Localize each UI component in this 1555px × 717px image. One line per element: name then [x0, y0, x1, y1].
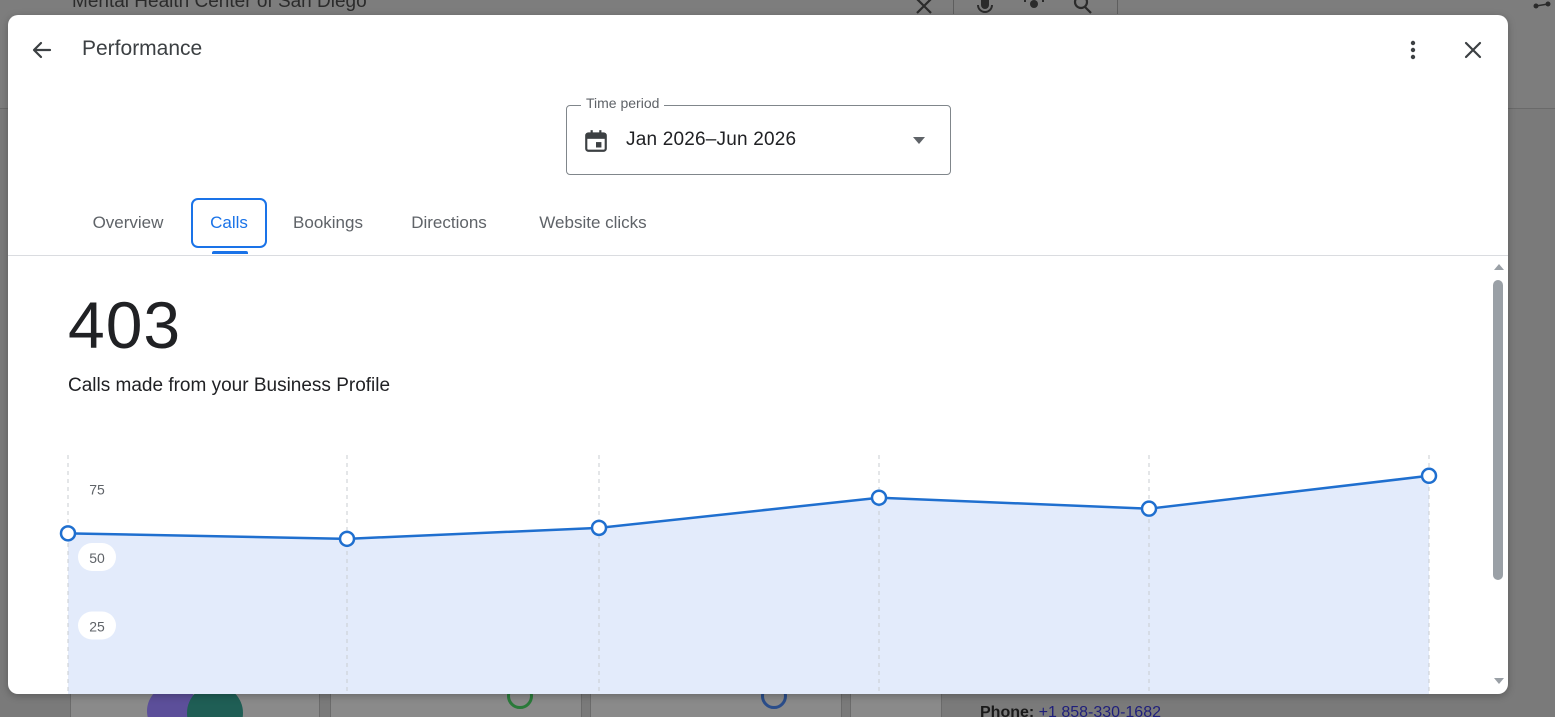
background-divider [1117, 0, 1118, 14]
tab-overview[interactable]: Overview [74, 197, 182, 249]
tab-label: Bookings [293, 213, 363, 232]
more-vert-icon [1410, 40, 1416, 60]
chart-y-tick-label: 75 [89, 482, 105, 498]
tab-calls[interactable]: Calls [191, 198, 267, 248]
back-button[interactable] [22, 30, 62, 70]
scrollbar-thumb[interactable] [1493, 280, 1503, 580]
tab-directions[interactable]: Directions [394, 197, 504, 249]
background-card [330, 683, 582, 717]
chart-area-fill [68, 475, 1429, 694]
tabs-divider [8, 255, 1508, 256]
chevron-down-icon [913, 137, 925, 144]
tab-bookings[interactable]: Bookings [276, 197, 380, 249]
chart-data-point [1420, 467, 1438, 485]
tab-label: Directions [411, 213, 487, 232]
close-icon [1464, 41, 1482, 59]
tab-label: Overview [92, 213, 164, 232]
chart-data-point [590, 519, 608, 537]
scroll-down-arrow[interactable] [1494, 678, 1504, 684]
dialog-header: Performance [8, 15, 1508, 85]
performance-dialog: Performance Time period Jan 2026–Jun 202… [8, 15, 1508, 694]
tab-label: Website clicks [539, 213, 647, 232]
chart-data-point [59, 525, 77, 542]
calls-total: 403 [68, 288, 182, 362]
tab-bar: Overview Calls Bookings Directions Websi… [8, 197, 1508, 255]
background-card [590, 683, 842, 717]
tab-website-clicks[interactable]: Website clicks [518, 197, 668, 249]
background-phone: Phone: +1 858-330-1682 [980, 704, 1161, 717]
time-period-value: Jan 2026–Jun 2026 [626, 129, 797, 150]
scrollbar[interactable] [1488, 256, 1508, 694]
scroll-up-arrow[interactable] [1494, 264, 1504, 270]
background-card [850, 690, 942, 717]
close-button[interactable] [1453, 30, 1493, 70]
chart-data-point [1140, 500, 1158, 517]
chart-y-tick-label: 25 [89, 619, 105, 635]
page-title: Performance [82, 37, 203, 60]
calendar-icon [585, 130, 607, 152]
arrow-left-icon [32, 41, 52, 59]
background-search-text: Mental Health Center of San Diego [72, 0, 367, 12]
share-icon [1530, 0, 1554, 18]
active-tab-indicator [212, 251, 248, 254]
background-divider [953, 0, 954, 14]
chart-data-point [870, 489, 888, 506]
calls-chart: 255075100 [59, 455, 1438, 694]
time-period-label: Time period [581, 95, 665, 111]
background-phone-link: +1 858-330-1682 [1038, 704, 1161, 717]
more-options-button[interactable] [1393, 30, 1433, 70]
tab-label: Calls [210, 213, 248, 232]
chart-y-tick-label: 50 [89, 550, 105, 566]
metric-description: Calls made from your Business Profile [68, 375, 391, 396]
chart-data-point [338, 530, 356, 548]
time-period-select[interactable]: Time period Jan 2026–Jun 2026 [566, 95, 951, 175]
background-phone-label: Phone: [980, 704, 1035, 717]
background-card [70, 685, 320, 717]
